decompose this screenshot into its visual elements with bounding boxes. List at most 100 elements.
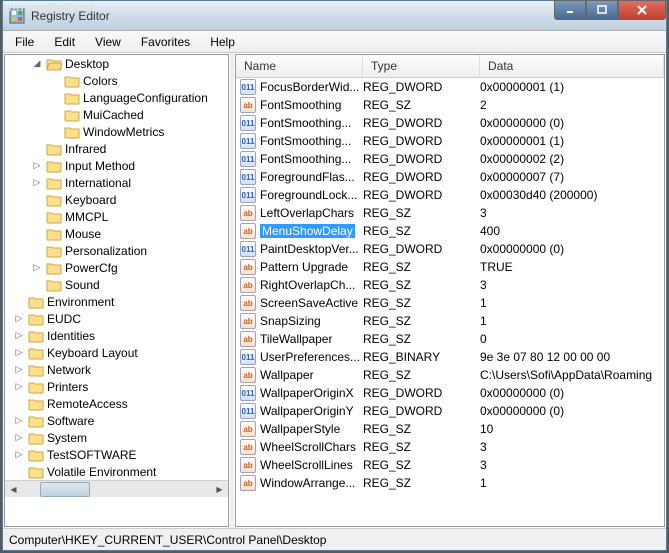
value-row[interactable]: abWallpaperStyleREG_SZ10 bbox=[236, 420, 664, 438]
close-button[interactable] bbox=[618, 0, 666, 20]
expand-icon[interactable] bbox=[31, 279, 43, 291]
column-data[interactable]: Data bbox=[480, 55, 664, 77]
tree-item[interactable]: MuiCached bbox=[5, 106, 228, 123]
expand-icon[interactable]: ▷ bbox=[13, 313, 25, 325]
tree-item[interactable]: RemoteAccess bbox=[5, 395, 228, 412]
tree-item[interactable]: ▷EUDC bbox=[5, 310, 228, 327]
value-name-cell: abLeftOverlapChars bbox=[240, 205, 363, 221]
tree-item[interactable]: Keyboard bbox=[5, 191, 228, 208]
expand-icon[interactable] bbox=[13, 466, 25, 478]
tree-item[interactable]: LanguageConfiguration bbox=[5, 89, 228, 106]
tree-item[interactable]: ▷Keyboard Layout bbox=[5, 344, 228, 361]
expand-icon[interactable]: ▷ bbox=[31, 160, 43, 172]
binary-value-icon: 011 bbox=[240, 241, 256, 257]
menu-help[interactable]: Help bbox=[200, 33, 245, 51]
value-row[interactable]: 011ForegroundLock...REG_DWORD0x00030d40 … bbox=[236, 186, 664, 204]
splitter[interactable] bbox=[230, 53, 234, 528]
expand-icon[interactable]: ◢ bbox=[31, 58, 43, 70]
tree-item[interactable]: ▷International bbox=[5, 174, 228, 191]
value-row[interactable]: abFontSmoothingREG_SZ2 bbox=[236, 96, 664, 114]
value-row[interactable]: abWallpaperREG_SZC:\Users\Sofi\AppData\R… bbox=[236, 366, 664, 384]
scroll-thumb[interactable] bbox=[40, 482, 90, 497]
value-row[interactable]: 011ForegroundFlas...REG_DWORD0x00000007 … bbox=[236, 168, 664, 186]
value-row[interactable]: abWindowArrange...REG_SZ1 bbox=[236, 474, 664, 492]
expand-icon[interactable]: ▷ bbox=[13, 347, 25, 359]
value-name: SnapSizing bbox=[260, 314, 321, 328]
tree-item[interactable]: ▷System bbox=[5, 429, 228, 446]
value-data: 0x00030d40 (200000) bbox=[480, 188, 664, 202]
expand-icon[interactable]: ▷ bbox=[13, 415, 25, 427]
expand-icon[interactable] bbox=[31, 228, 43, 240]
tree-item[interactable]: Volatile Environment bbox=[5, 463, 228, 480]
scroll-left-icon[interactable]: ◀ bbox=[5, 481, 22, 498]
tree-item[interactable]: ◢Desktop bbox=[5, 55, 228, 72]
tree-item[interactable]: ▷TestSOFTWARE bbox=[5, 446, 228, 463]
value-row[interactable]: abPattern UpgradeREG_SZTRUE bbox=[236, 258, 664, 276]
expand-icon[interactable]: ▷ bbox=[13, 330, 25, 342]
tree-item[interactable]: Colors bbox=[5, 72, 228, 89]
value-row[interactable]: 011WallpaperOriginYREG_DWORD0x00000000 (… bbox=[236, 402, 664, 420]
expand-icon[interactable] bbox=[49, 92, 61, 104]
expand-icon[interactable] bbox=[49, 75, 61, 87]
column-type[interactable]: Type bbox=[363, 55, 480, 77]
tree-item[interactable]: Mouse bbox=[5, 225, 228, 242]
tree-item[interactable]: ▷PowerCfg bbox=[5, 259, 228, 276]
value-type: REG_SZ bbox=[363, 368, 480, 382]
value-row[interactable]: abLeftOverlapCharsREG_SZ3 bbox=[236, 204, 664, 222]
value-data: 0x00000000 (0) bbox=[480, 242, 664, 256]
value-data: 0x00000000 (0) bbox=[480, 404, 664, 418]
value-row[interactable]: 011UserPreferences...REG_BINARY9e 3e 07 … bbox=[236, 348, 664, 366]
expand-icon[interactable] bbox=[31, 143, 43, 155]
tree-item[interactable]: ▷Identities bbox=[5, 327, 228, 344]
minimize-button[interactable] bbox=[554, 0, 586, 20]
tree-item[interactable]: Infrared bbox=[5, 140, 228, 157]
tree-item[interactable]: Sound bbox=[5, 276, 228, 293]
menu-file[interactable]: File bbox=[5, 33, 44, 51]
tree-item[interactable]: ▷Software bbox=[5, 412, 228, 429]
value-row[interactable]: 011FocusBorderWid...REG_DWORD0x00000001 … bbox=[236, 78, 664, 96]
expand-icon[interactable]: ▷ bbox=[13, 449, 25, 461]
value-row[interactable]: 011PaintDesktopVer...REG_DWORD0x00000000… bbox=[236, 240, 664, 258]
tree-item[interactable]: Personalization bbox=[5, 242, 228, 259]
menu-view[interactable]: View bbox=[85, 33, 131, 51]
value-row[interactable]: abWheelScrollLinesREG_SZ3 bbox=[236, 456, 664, 474]
expand-icon[interactable] bbox=[49, 126, 61, 138]
tree-item[interactable]: ▷Printers bbox=[5, 378, 228, 395]
tree-item[interactable]: Environment bbox=[5, 293, 228, 310]
tree-item[interactable]: WindowMetrics bbox=[5, 123, 228, 140]
value-row[interactable]: 011FontSmoothing...REG_DWORD0x00000000 (… bbox=[236, 114, 664, 132]
expand-icon[interactable] bbox=[13, 398, 25, 410]
expand-icon[interactable] bbox=[31, 194, 43, 206]
value-row[interactable]: abRightOverlapCh...REG_SZ3 bbox=[236, 276, 664, 294]
value-row[interactable]: 011FontSmoothing...REG_DWORD0x00000002 (… bbox=[236, 150, 664, 168]
column-name[interactable]: Name bbox=[236, 55, 363, 77]
value-row[interactable]: 011WallpaperOriginXREG_DWORD0x00000000 (… bbox=[236, 384, 664, 402]
tree-hscrollbar[interactable]: ◀ ▶ bbox=[5, 480, 228, 497]
expand-icon[interactable] bbox=[31, 245, 43, 257]
tree-item[interactable]: ▷Network bbox=[5, 361, 228, 378]
scroll-right-icon[interactable]: ▶ bbox=[211, 481, 228, 498]
value-row[interactable]: abMenuShowDelayREG_SZ400 bbox=[236, 222, 664, 240]
list-pane[interactable]: Name Type Data 011FocusBorderWid...REG_D… bbox=[235, 54, 665, 527]
value-name-cell: abWallpaperStyle bbox=[240, 421, 363, 437]
expand-icon[interactable]: ▷ bbox=[13, 432, 25, 444]
value-row[interactable]: abWheelScrollCharsREG_SZ3 bbox=[236, 438, 664, 456]
expand-icon[interactable]: ▷ bbox=[13, 381, 25, 393]
expand-icon[interactable]: ▷ bbox=[13, 364, 25, 376]
maximize-button[interactable] bbox=[586, 0, 618, 20]
value-row[interactable]: abTileWallpaperREG_SZ0 bbox=[236, 330, 664, 348]
tree-item[interactable]: ▷Input Method bbox=[5, 157, 228, 174]
expand-icon[interactable] bbox=[31, 211, 43, 223]
menu-edit[interactable]: Edit bbox=[44, 33, 85, 51]
value-row[interactable]: abScreenSaveActiveREG_SZ1 bbox=[236, 294, 664, 312]
tree-item[interactable]: MMCPL bbox=[5, 208, 228, 225]
expand-icon[interactable]: ▷ bbox=[31, 262, 43, 274]
menu-favorites[interactable]: Favorites bbox=[131, 33, 200, 51]
expand-icon[interactable] bbox=[49, 109, 61, 121]
expand-icon[interactable] bbox=[13, 296, 25, 308]
value-row[interactable]: 011FontSmoothing...REG_DWORD0x00000001 (… bbox=[236, 132, 664, 150]
titlebar[interactable]: Registry Editor bbox=[3, 1, 666, 31]
expand-icon[interactable]: ▷ bbox=[31, 177, 43, 189]
tree-pane[interactable]: ◢DesktopColorsLanguageConfigurationMuiCa… bbox=[4, 54, 229, 527]
value-row[interactable]: abSnapSizingREG_SZ1 bbox=[236, 312, 664, 330]
